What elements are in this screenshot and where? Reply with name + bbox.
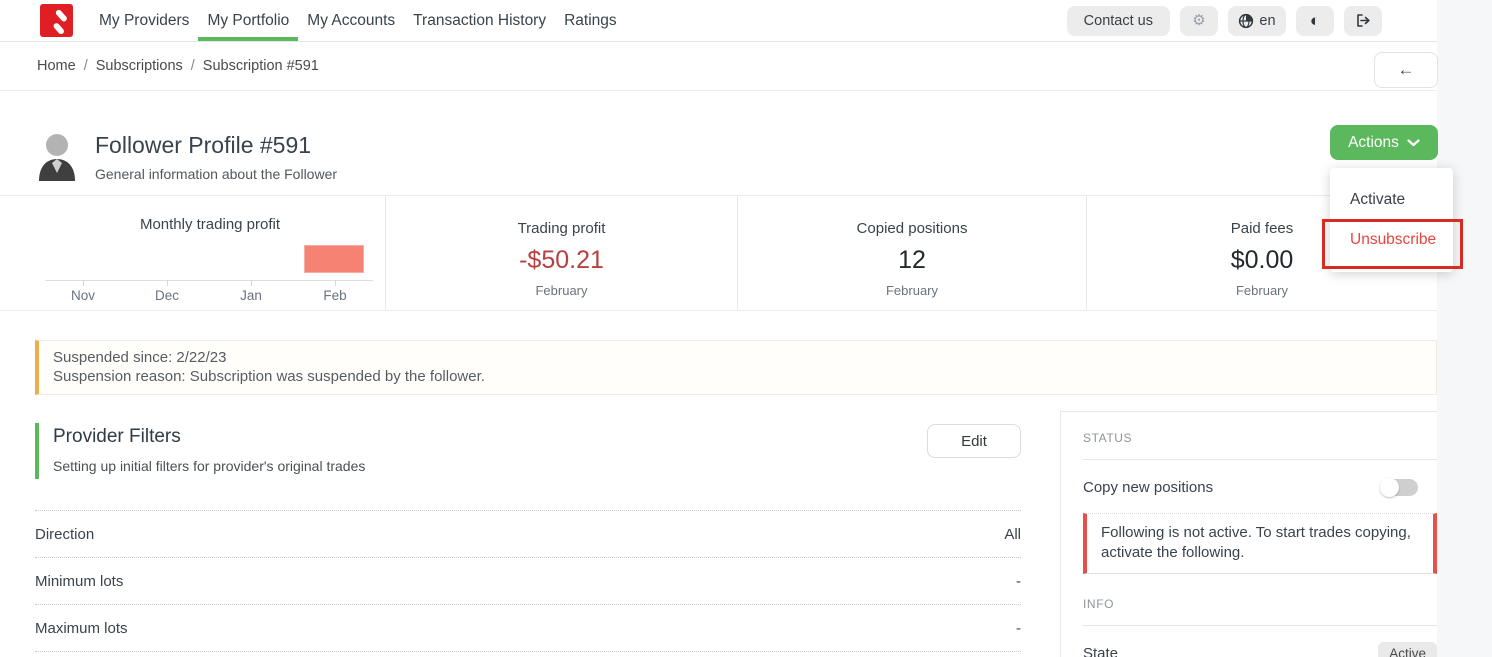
suspension-warning-banner: Suspended since: 2/22/23 Suspension reas… [35, 340, 1437, 395]
profile-header-text: Follower Profile #591 General informatio… [95, 132, 337, 182]
stat-value: -$50.21 [519, 246, 604, 275]
settings-button[interactable]: ⚙ [1180, 6, 1218, 36]
chart-tick [167, 280, 168, 286]
chart-tick [335, 280, 336, 286]
actions-button[interactable]: Actions [1330, 125, 1438, 160]
back-button[interactable]: ← [1374, 52, 1438, 88]
nav-item-my-portfolio[interactable]: My Portfolio [198, 0, 298, 41]
stat-label: Paid fees [1231, 220, 1294, 237]
chevron-down-icon [1407, 139, 1420, 147]
chart-title: Monthly trading profit [35, 216, 385, 233]
chart-bar-feb [304, 245, 364, 273]
stat-period: February [886, 283, 938, 298]
nav-item-ratings[interactable]: Ratings [555, 0, 626, 41]
filter-row-maximum-lots: Maximum lots - [35, 605, 1021, 652]
chart-axis [45, 280, 373, 281]
stats-row: Monthly trading profit Nov Dec Jan Feb T… [0, 195, 1437, 311]
status-header: STATUS [1083, 431, 1437, 445]
chart-tick [251, 280, 252, 286]
chart-month-label: Feb [323, 288, 346, 303]
info-header: INFO [1083, 597, 1437, 611]
chart-month-label: Nov [71, 288, 95, 303]
stat-value: $0.00 [1231, 246, 1294, 275]
avatar [37, 133, 77, 181]
filter-row-minimum-lots: Minimum lots - [35, 558, 1021, 605]
profile-header: Follower Profile #591 General informatio… [0, 91, 1437, 195]
status-panel: STATUS Copy new positions Following is n… [1060, 411, 1437, 657]
filter-row-direction: Direction All [35, 511, 1021, 558]
stat-value: 12 [898, 246, 926, 275]
main-content: Provider Filters Setting up initial filt… [0, 411, 1437, 657]
main-nav: My Providers My Portfolio My Accounts Tr… [90, 0, 626, 41]
theme-contrast-button[interactable]: ◐ [1296, 6, 1334, 36]
copy-new-positions-row: Copy new positions [1083, 479, 1437, 496]
divider [1083, 459, 1437, 460]
filter-label: Maximum lots [35, 620, 128, 637]
brand-logo-icon[interactable] [40, 4, 73, 37]
filter-rows: Direction All Minimum lots - Maximum lot… [35, 510, 1021, 652]
state-badge: Active [1378, 642, 1437, 657]
page-subtitle: General information about the Follower [95, 166, 337, 182]
provider-filters-header: Provider Filters Setting up initial filt… [35, 423, 1021, 479]
edit-button[interactable]: Edit [927, 424, 1021, 458]
monthly-profit-chart: Monthly trading profit Nov Dec Jan Feb [0, 196, 385, 310]
page: My Providers My Portfolio My Accounts Tr… [0, 0, 1437, 657]
filter-value: All [1004, 526, 1021, 543]
actions-button-label: Actions [1348, 134, 1399, 152]
copy-new-positions-toggle[interactable] [1381, 479, 1418, 496]
logout-icon [1355, 13, 1371, 28]
stat-copied-positions: Copied positions 12 February [737, 196, 1086, 310]
stat-label: Copied positions [857, 220, 968, 237]
chart-month-label: Jan [240, 288, 262, 303]
language-code: en [1259, 13, 1275, 29]
provider-filters-section: Provider Filters Setting up initial filt… [0, 411, 1060, 657]
following-inactive-alert: Following is not active. To start trades… [1083, 513, 1437, 574]
filter-label: Minimum lots [35, 573, 123, 590]
gear-icon: ⚙ [1192, 13, 1205, 28]
logout-button[interactable] [1344, 6, 1382, 36]
copy-new-positions-label: Copy new positions [1083, 479, 1213, 496]
breadcrumb-current: Subscription #591 [203, 58, 319, 74]
back-arrow-icon: ← [1398, 60, 1415, 79]
breadcrumb-home[interactable]: Home [37, 58, 76, 74]
breadcrumb-separator: / [191, 58, 195, 74]
state-row: State Active [1083, 626, 1437, 657]
top-navbar: My Providers My Portfolio My Accounts Tr… [0, 0, 1437, 42]
breadcrumb-separator: / [84, 58, 88, 74]
state-label: State [1083, 645, 1118, 657]
filter-value: - [1016, 620, 1021, 637]
nav-item-my-providers[interactable]: My Providers [90, 0, 198, 41]
breadcrumb: Home / Subscriptions / Subscription #591 [0, 42, 1437, 91]
contrast-icon: ◐ [1310, 12, 1320, 29]
filter-label: Direction [35, 526, 94, 543]
section-title: Provider Filters [53, 426, 1021, 448]
stat-label: Trading profit [518, 220, 606, 237]
breadcrumb-subscriptions[interactable]: Subscriptions [96, 58, 183, 74]
stat-period: February [1236, 283, 1288, 298]
page-title: Follower Profile #591 [95, 132, 337, 159]
language-button[interactable]: en [1228, 6, 1286, 36]
toggle-knob [1380, 478, 1399, 497]
nav-item-my-accounts[interactable]: My Accounts [298, 0, 404, 41]
navbar-actions: Contact us ⚙ en ◐ [1067, 0, 1437, 41]
nav-item-transaction-history[interactable]: Transaction History [404, 0, 555, 41]
actions-dropdown-menu: Activate Unsubscribe [1330, 168, 1453, 272]
stat-period: February [535, 283, 587, 298]
chart-tick [83, 280, 84, 286]
menu-item-unsubscribe[interactable]: Unsubscribe [1330, 220, 1453, 260]
section-subtitle: Setting up initial filters for provider'… [53, 458, 1021, 474]
contact-us-button[interactable]: Contact us [1067, 6, 1170, 36]
stat-trading-profit: Trading profit -$50.21 February [385, 196, 737, 310]
chart-month-label: Dec [155, 288, 179, 303]
menu-item-activate[interactable]: Activate [1330, 180, 1453, 220]
globe-icon [1238, 13, 1254, 29]
filter-value: - [1016, 573, 1021, 590]
suspended-since-text: Suspended since: 2/22/23 [53, 348, 1422, 367]
suspension-reason-text: Suspension reason: Subscription was susp… [53, 367, 1422, 386]
